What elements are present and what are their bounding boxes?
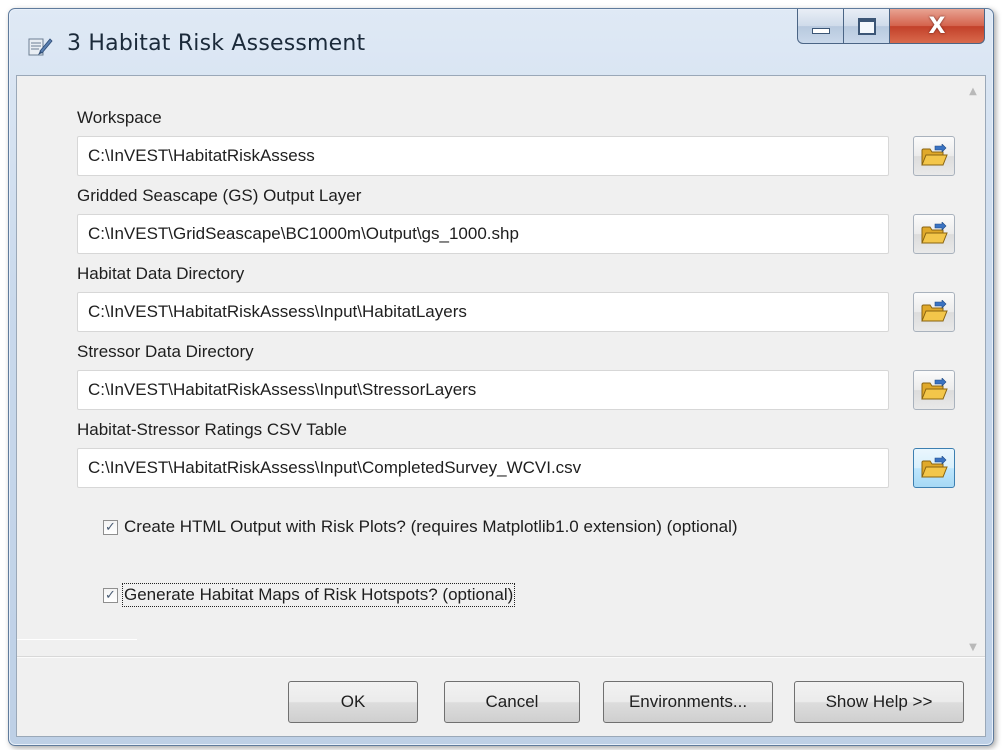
close-icon: X (928, 13, 946, 39)
ratings-csv-table-browse-button[interactable] (913, 448, 955, 488)
maximize-button[interactable] (843, 9, 891, 44)
stressor-data-directory-browse-button[interactable] (913, 370, 955, 410)
html-output-checkbox[interactable]: ✓ (103, 519, 118, 535)
html-output-checkbox-row[interactable]: ✓ Create HTML Output with Risk Plots? (r… (103, 517, 738, 537)
open-folder-icon (921, 144, 948, 166)
habitat-data-directory-browse-button[interactable] (913, 292, 955, 332)
open-folder-icon (921, 456, 948, 478)
dialog-window: 3 Habitat Risk Assessment X Workspace C:… (8, 8, 994, 746)
habitat-maps-checkbox[interactable]: ✓ (103, 587, 118, 603)
title-bar[interactable]: 3 Habitat Risk Assessment X (9, 9, 993, 75)
stressor-data-directory-label: Stressor Data Directory (77, 342, 254, 361)
habitat-maps-checkbox-label[interactable]: Generate Habitat Maps of Risk Hotspots? … (121, 583, 516, 607)
workspace-label: Workspace (77, 108, 162, 127)
habitat-data-directory-input[interactable]: C:\InVEST\HabitatRiskAssess\Input\Habita… (77, 292, 889, 332)
stressor-data-directory-input[interactable]: C:\InVEST\HabitatRiskAssess\Input\Stress… (77, 370, 889, 410)
scroll-down-arrow-icon[interactable]: ▼ (967, 642, 979, 653)
parameters-panel[interactable]: Workspace C:\InVEST\HabitatRiskAssess Gr… (33, 86, 967, 646)
checkmark-icon: ✓ (105, 519, 116, 535)
maximize-icon (858, 17, 876, 35)
habitat-data-directory-label: Habitat Data Directory (77, 264, 245, 283)
scroll-up-arrow-icon[interactable]: ▲ (967, 86, 979, 97)
gs-output-layer-browse-button[interactable] (913, 214, 955, 254)
window-title: 3 Habitat Risk Assessment (67, 31, 366, 56)
tool-icon (26, 33, 54, 61)
minimize-button[interactable] (797, 9, 845, 44)
ratings-csv-table-input[interactable]: C:\InVEST\HabitatRiskAssess\Input\Comple… (77, 448, 889, 488)
open-folder-icon (921, 300, 948, 322)
gs-output-layer-label: Gridded Seascape (GS) Output Layer (77, 186, 362, 205)
ok-button[interactable]: OK (288, 681, 418, 723)
gs-output-layer-input[interactable]: C:\InVEST\GridSeascape\BC1000m\Output\gs… (77, 214, 889, 254)
ratings-csv-table-label: Habitat-Stressor Ratings CSV Table (77, 420, 347, 439)
divider (17, 639, 137, 640)
close-button[interactable]: X (889, 9, 985, 44)
cancel-button[interactable]: Cancel (444, 681, 580, 723)
open-folder-icon (921, 222, 948, 244)
workspace-input[interactable]: C:\InVEST\HabitatRiskAssess (77, 136, 889, 176)
open-folder-icon (921, 378, 948, 400)
show-help-button[interactable]: Show Help >> (794, 681, 964, 723)
minimize-icon (812, 28, 830, 34)
workspace-browse-button[interactable] (913, 136, 955, 176)
dialog-client-area: Workspace C:\InVEST\HabitatRiskAssess Gr… (16, 75, 986, 737)
environments-button[interactable]: Environments... (603, 681, 773, 723)
html-output-checkbox-label[interactable]: Create HTML Output with Risk Plots? (req… (124, 517, 738, 537)
button-bar-separator-highlight (17, 657, 985, 658)
habitat-maps-checkbox-row[interactable]: ✓ Generate Habitat Maps of Risk Hotspots… (103, 583, 516, 607)
checkmark-icon: ✓ (105, 587, 116, 603)
